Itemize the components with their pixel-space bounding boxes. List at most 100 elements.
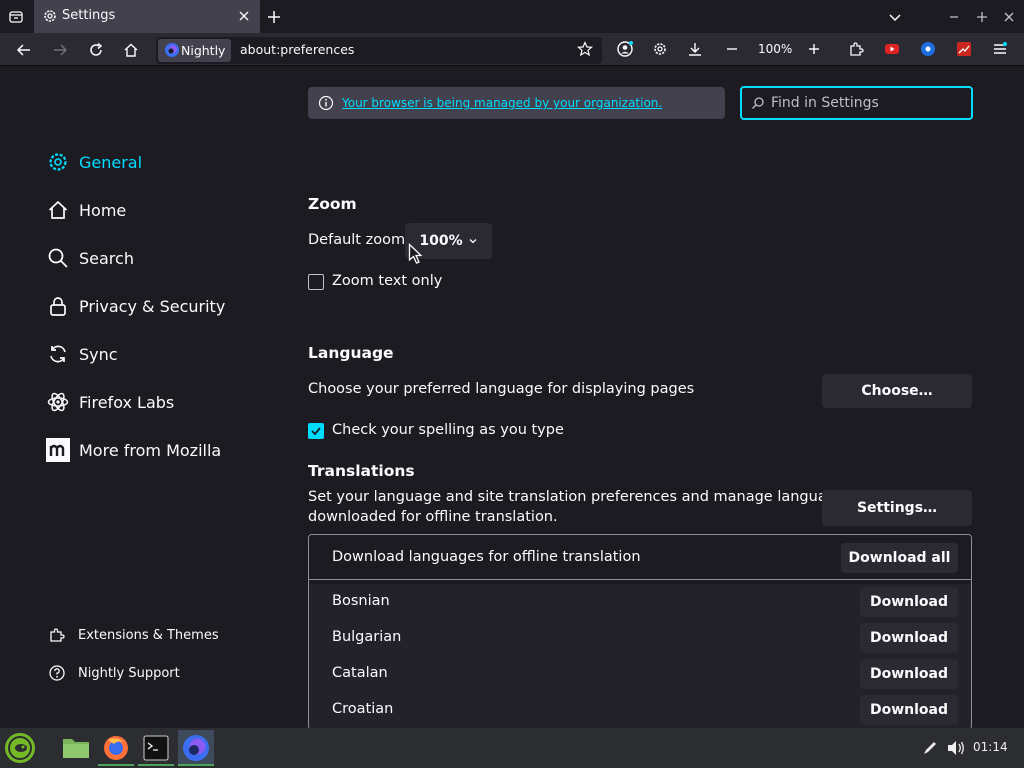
bookmark-star-button[interactable] <box>573 37 597 61</box>
home-button[interactable] <box>119 38 143 62</box>
sync-icon <box>46 342 70 366</box>
download-languages-box: Download languages for offline translati… <box>308 534 972 730</box>
maximize-icon <box>977 12 987 22</box>
help-icon <box>49 665 65 681</box>
close-tab-button[interactable] <box>236 8 252 24</box>
terminal-icon <box>143 735 169 761</box>
plus-icon <box>809 44 819 54</box>
forward-button[interactable] <box>48 38 72 62</box>
reload-button[interactable] <box>84 38 108 62</box>
mouse-cursor-icon <box>408 243 423 264</box>
category-label: Privacy & Security <box>79 296 226 316</box>
list-all-tabs-button[interactable] <box>884 6 906 28</box>
download-language-button[interactable]: Download <box>860 695 958 725</box>
zoom-text-only-checkbox[interactable] <box>308 274 324 290</box>
tab-list-button[interactable] <box>5 6 27 28</box>
taskbar-firefox[interactable] <box>98 730 134 766</box>
default-zoom-label: Default zoom <box>308 232 406 248</box>
new-tab-button[interactable] <box>263 6 285 28</box>
tab-settings[interactable]: Settings <box>34 0 260 33</box>
spellcheck-label: Check your spelling as you type <box>332 422 564 438</box>
download-all-button[interactable]: Download all <box>841 543 958 573</box>
downloads-button[interactable] <box>683 37 707 61</box>
extension-youtube-button[interactable] <box>880 37 904 61</box>
category-label: Home <box>79 200 127 220</box>
identity-box[interactable]: Nightly <box>158 39 231 62</box>
tray-volume-button[interactable] <box>938 730 974 766</box>
category-firefox-labs[interactable]: Firefox Labs <box>46 387 174 417</box>
nightly-support-link[interactable]: Nightly Support <box>48 664 180 682</box>
mozilla-icon <box>46 438 70 462</box>
category-label: General <box>79 152 143 172</box>
atom-icon <box>46 390 70 414</box>
lock-icon <box>46 294 70 318</box>
puzzle-icon <box>850 42 864 56</box>
chevron-down-icon <box>469 239 477 244</box>
volume-icon <box>948 741 964 755</box>
folder-icon <box>63 739 89 758</box>
plus-icon <box>268 11 280 23</box>
star-icon <box>577 41 593 57</box>
arrow-right-icon <box>54 44 68 56</box>
policy-link[interactable]: Your browser is being managed by your or… <box>342 96 662 110</box>
maximize-window-button[interactable] <box>971 6 993 28</box>
translations-heading: Translations <box>308 462 415 480</box>
category-sync[interactable]: Sync <box>46 339 118 369</box>
download-languages-title: Download languages for offline translati… <box>332 549 641 565</box>
extensions-button[interactable] <box>844 37 868 61</box>
active-indicator <box>178 764 214 766</box>
url-text[interactable]: about:preferences <box>240 42 354 57</box>
policy-notice: Your browser is being managed by your or… <box>308 87 725 119</box>
choose-language-button[interactable]: Choose… <box>822 374 972 408</box>
tab-list-icon <box>9 11 23 23</box>
minimize-icon <box>950 16 958 18</box>
pen-icon <box>924 742 936 754</box>
search-input[interactable] <box>769 94 959 112</box>
download-language-button[interactable]: Download <box>860 587 958 617</box>
search-icon <box>752 97 764 109</box>
blue-extension-icon <box>921 42 935 56</box>
taskbar-nightly[interactable] <box>178 730 214 766</box>
settings-toolbar-button[interactable] <box>648 37 672 61</box>
gear-icon <box>654 43 666 55</box>
app-menu-button[interactable] <box>988 37 1012 61</box>
identity-label: Nightly <box>181 43 226 58</box>
language-row: Croatian Download <box>309 692 971 728</box>
close-icon <box>1004 12 1014 22</box>
application-launcher[interactable] <box>2 730 38 766</box>
language-name: Croatian <box>332 701 394 717</box>
default-zoom-value: 100% <box>419 233 463 249</box>
account-button[interactable] <box>613 37 637 61</box>
zoom-in-button[interactable] <box>802 37 826 61</box>
translation-settings-button[interactable]: Settings… <box>822 490 972 526</box>
category-more-from-mozilla[interactable]: More from Mozilla <box>46 435 221 465</box>
category-search[interactable]: Search <box>46 243 134 273</box>
download-language-button[interactable]: Download <box>860 623 958 653</box>
settings-search[interactable] <box>740 86 973 120</box>
category-home[interactable]: Home <box>46 195 126 225</box>
zoom-reset-button[interactable]: 100% <box>758 42 792 56</box>
extensions-themes-link[interactable]: Extensions & Themes <box>48 626 219 644</box>
taskbar-terminal[interactable] <box>138 730 174 766</box>
zoom-text-only-label: Zoom text only <box>332 273 443 289</box>
spellcheck-checkbox[interactable] <box>308 423 324 439</box>
back-button[interactable] <box>12 38 36 62</box>
taskbar-file-manager[interactable] <box>58 730 94 766</box>
clock[interactable]: 01:14 <box>973 740 1008 754</box>
close-window-button[interactable] <box>998 6 1020 28</box>
download-languages-header: Download languages for offline translati… <box>309 535 971 580</box>
nightly-logo-icon <box>183 735 209 761</box>
extension-red-button[interactable] <box>952 37 976 61</box>
extension-blue-button[interactable] <box>916 37 940 61</box>
zoom-heading: Zoom <box>308 195 357 213</box>
category-privacy[interactable]: Privacy & Security <box>46 291 225 321</box>
language-heading: Language <box>308 344 394 362</box>
download-language-button[interactable]: Download <box>860 659 958 689</box>
youtube-extension-icon <box>885 44 899 54</box>
minimize-window-button[interactable] <box>943 6 965 28</box>
category-label: More from Mozilla <box>79 440 222 460</box>
category-general[interactable]: General <box>46 147 142 177</box>
zoom-out-button[interactable] <box>720 37 744 61</box>
tab-strip: Settings <box>0 0 1024 33</box>
language-row: Catalan Download <box>309 656 971 692</box>
